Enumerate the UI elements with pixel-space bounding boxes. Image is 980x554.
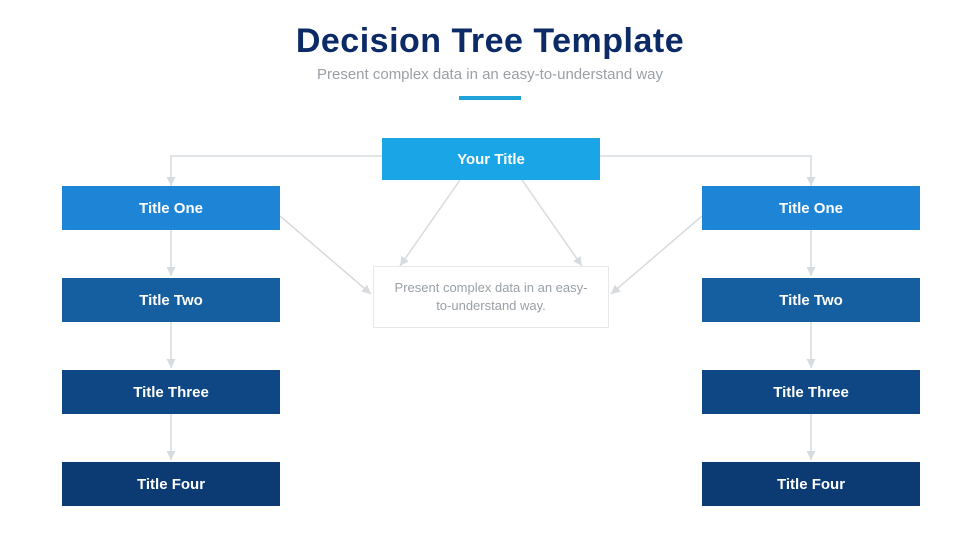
left-node-2-label: Title Two [139,292,203,309]
left-node-4: Title Four [62,462,280,506]
page-title: Decision Tree Template [0,22,980,61]
left-node-2: Title Two [62,278,280,322]
root-node-label: Your Title [457,151,525,168]
right-node-1: Title One [702,186,920,230]
page-subtitle: Present complex data in an easy-to-under… [0,66,980,83]
left-node-3-label: Title Three [133,384,209,401]
description-box: Present complex data in an easy-to-under… [373,266,609,328]
accent-bar [459,96,521,100]
right-column: Title One Title Two Title Three Title Fo… [702,186,920,554]
right-node-3: Title Three [702,370,920,414]
right-node-2: Title Two [702,278,920,322]
right-node-4: Title Four [702,462,920,506]
left-node-1: Title One [62,186,280,230]
left-column: Title One Title Two Title Three Title Fo… [62,186,280,554]
right-node-3-label: Title Three [773,384,849,401]
left-node-3: Title Three [62,370,280,414]
left-node-1-label: Title One [139,200,203,217]
right-node-4-label: Title Four [777,476,845,493]
right-node-2-label: Title Two [779,292,843,309]
left-node-4-label: Title Four [137,476,205,493]
root-node: Your Title [382,138,600,180]
right-node-1-label: Title One [779,200,843,217]
description-text: Present complex data in an easy-to-under… [374,279,608,315]
